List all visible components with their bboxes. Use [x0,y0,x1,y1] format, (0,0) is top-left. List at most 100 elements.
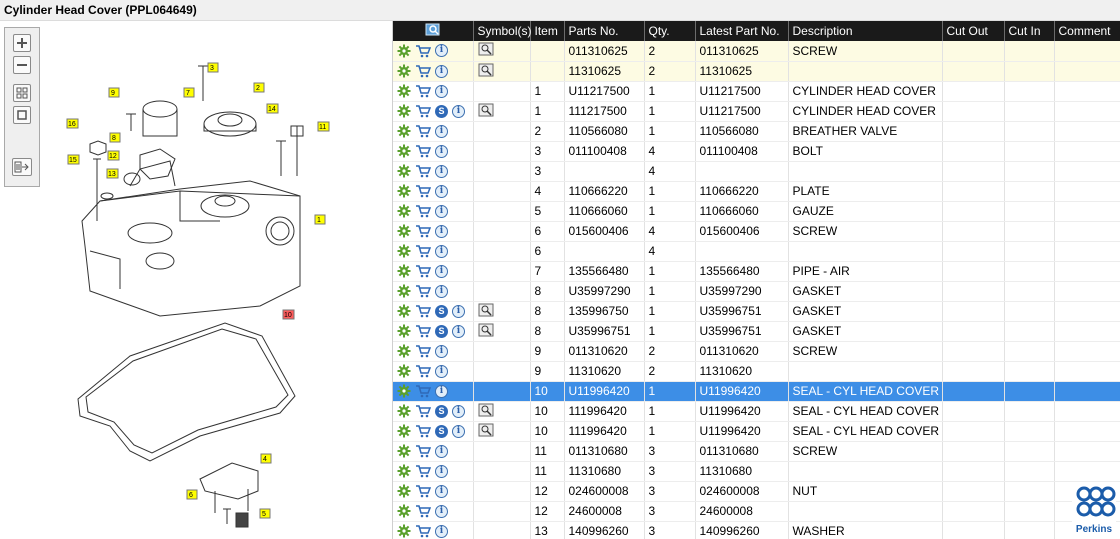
table-row[interactable]: i 3 4 [393,161,1120,182]
table-row[interactable]: Si 1 111217500 1 U11217500 CYLINDER HEAD COVE… [393,101,1120,122]
cart-icon[interactable] [415,304,431,318]
col-comment[interactable]: Comment [1054,21,1120,41]
cart-icon[interactable] [415,484,431,498]
table-row[interactable]: i 2 110566080 1 110566080 BREATHER VALVE [393,121,1120,142]
col-cut-in[interactable]: Cut In [1004,21,1055,41]
table-row[interactable]: i 11 011310680 3 011310680 SCREW [393,441,1120,462]
table-row[interactable]: i 12 024600008 3 024600008 NUT [393,481,1120,502]
info-icon[interactable]: i [435,344,448,358]
table-row[interactable]: i 9 011310620 2 011310620 SCREW [393,341,1120,362]
col-latest-part-no[interactable]: Latest Part No. [695,21,789,41]
gear-icon[interactable] [397,324,411,338]
info-icon[interactable]: i [435,264,448,278]
info-icon[interactable]: i [435,364,448,378]
info-icon[interactable]: i [452,404,465,418]
info-icon[interactable]: i [452,104,465,118]
cart-icon[interactable] [415,324,431,338]
cart-icon[interactable] [415,464,431,478]
info-icon[interactable]: i [435,164,448,178]
info-icon[interactable]: i [435,64,448,78]
gear-icon[interactable] [397,424,411,438]
gear-icon[interactable] [397,144,411,158]
gear-icon[interactable] [397,224,411,238]
table-row[interactable]: i 7 135566480 1 135566480 PIPE - AIR [393,261,1120,282]
col-cut-out[interactable]: Cut Out [942,21,1005,41]
table-row[interactable]: i 3 011100408 4 011100408 BOLT [393,141,1120,162]
gear-icon[interactable] [397,64,411,78]
cart-icon[interactable] [415,44,431,58]
gear-icon[interactable] [397,284,411,298]
info-icon[interactable]: i [435,244,448,258]
gear-icon[interactable] [397,384,411,398]
exploded-diagram[interactable]: 1 2 3 4 5 6 7 8 9 10 11 12 13 14 15 16 [0,21,392,539]
supersession-icon[interactable]: S [435,104,448,118]
cart-icon[interactable] [415,424,431,438]
col-symbols[interactable]: Symbol(s) [473,21,532,41]
illustration-icon[interactable] [478,63,494,77]
gear-icon[interactable] [397,84,411,98]
supersession-icon[interactable]: S [435,424,448,438]
cart-icon[interactable] [415,364,431,378]
table-row[interactable]: i 10 U11996420 1 U11996420 SEAL - CYL HEAD CO… [393,381,1120,402]
gear-icon[interactable] [397,524,411,538]
info-icon[interactable]: i [452,424,465,438]
gear-icon[interactable] [397,204,411,218]
cart-icon[interactable] [415,344,431,358]
info-icon[interactable]: i [435,464,448,478]
table-row[interactable]: i 12 24600008 3 24600008 [393,501,1120,522]
gear-icon[interactable] [397,504,411,518]
info-icon[interactable]: i [435,444,448,458]
cart-icon[interactable] [415,184,431,198]
col-search[interactable] [393,21,474,41]
cart-icon[interactable] [415,284,431,298]
gear-icon[interactable] [397,404,411,418]
supersession-icon[interactable]: S [435,304,448,318]
table-row[interactable]: i 1 U11217500 1 U11217500 CYLINDER HEAD COVER [393,81,1120,102]
info-icon[interactable]: i [435,284,448,298]
info-icon[interactable]: i [435,224,448,238]
table-row[interactable]: i 8 U35997290 1 U35997290 GASKET [393,281,1120,302]
cart-icon[interactable] [415,64,431,78]
cart-icon[interactable] [415,504,431,518]
table-row[interactable]: i 011310625 2 011310625 SCREW [393,41,1120,62]
info-icon[interactable]: i [435,524,448,538]
info-icon[interactable]: i [435,44,448,58]
illustration-icon[interactable] [478,403,494,417]
gear-icon[interactable] [397,244,411,258]
table-row[interactable]: i 6 4 [393,241,1120,262]
table-row[interactable]: i 13 140996260 3 140996260 WASHER [393,521,1120,539]
illustration-icon[interactable] [478,323,494,337]
gear-icon[interactable] [397,484,411,498]
cart-icon[interactable] [415,84,431,98]
gear-icon[interactable] [397,164,411,178]
table-row[interactable]: i 11310625 2 11310625 [393,61,1120,82]
illustration-icon[interactable] [478,303,494,317]
table-row[interactable]: Si 10 111996420 1 U11996420 SEAL - CYL HEAD C… [393,401,1120,422]
gear-icon[interactable] [397,444,411,458]
table-row[interactable]: Si 8 U35996751 1 U35996751 GASKET [393,321,1120,342]
info-icon[interactable]: i [435,484,448,498]
table-row[interactable]: i 5 110666060 1 110666060 GAUZE [393,201,1120,222]
gear-icon[interactable] [397,264,411,278]
info-icon[interactable]: i [435,184,448,198]
table-row[interactable]: i 6 015600406 4 015600406 SCREW [393,221,1120,242]
cart-icon[interactable] [415,124,431,138]
gear-icon[interactable] [397,464,411,478]
cart-icon[interactable] [415,104,431,118]
cart-icon[interactable] [415,384,431,398]
cart-icon[interactable] [415,144,431,158]
col-parts-no[interactable]: Parts No. [564,21,645,41]
info-icon[interactable]: i [435,124,448,138]
info-icon[interactable]: i [435,204,448,218]
cart-icon[interactable] [415,224,431,238]
col-item[interactable]: Item [530,21,565,41]
gear-icon[interactable] [397,364,411,378]
cart-icon[interactable] [415,264,431,278]
cart-icon[interactable] [415,524,431,538]
gear-icon[interactable] [397,304,411,318]
illustration-icon[interactable] [478,423,494,437]
illustration-icon[interactable] [478,103,494,117]
illustration-icon[interactable] [478,42,494,56]
gear-icon[interactable] [397,124,411,138]
info-icon[interactable]: i [452,324,465,338]
